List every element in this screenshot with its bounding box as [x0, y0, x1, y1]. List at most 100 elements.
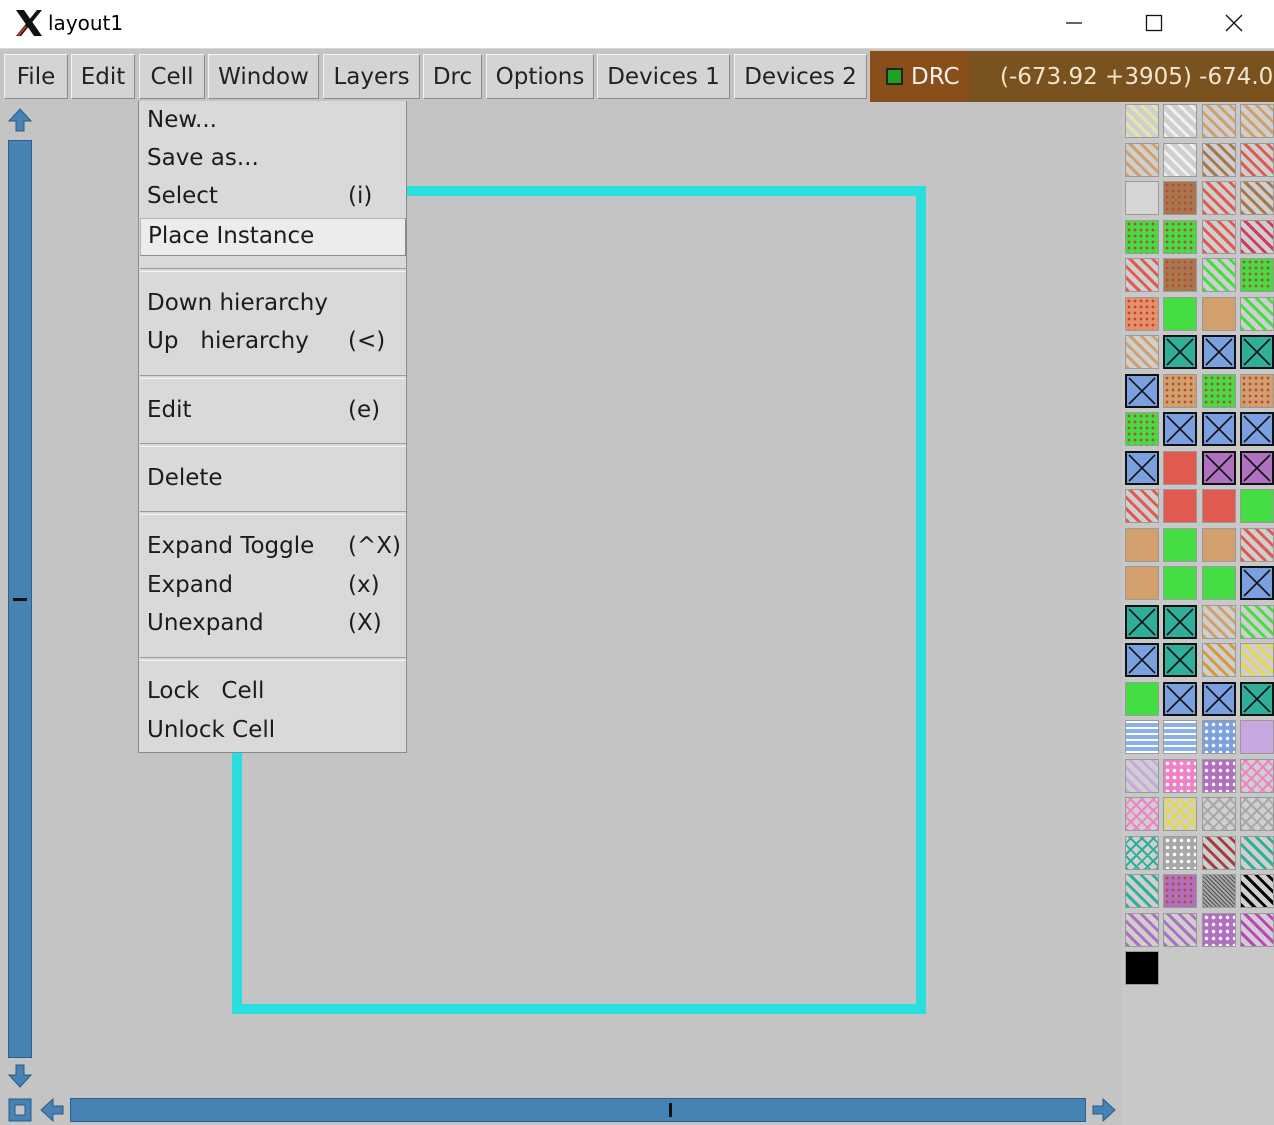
menu-item-save-as[interactable]: Save as...: [140, 141, 406, 179]
layer-swatch-tan-hatch[interactable]: [1202, 104, 1236, 138]
close-button[interactable]: [1194, 0, 1274, 46]
layer-swatch-tan-hatch[interactable]: [1125, 143, 1159, 177]
layer-swatch-purple-dot[interactable]: [1163, 874, 1197, 908]
layer-swatch-black-hatch[interactable]: [1240, 874, 1274, 908]
layer-swatch-lightyellow-hatch[interactable]: [1125, 104, 1159, 138]
layer-swatch-blue-x[interactable]: [1125, 374, 1159, 408]
layer-swatch-tan-hatch[interactable]: [1202, 605, 1236, 639]
scroll-up-button[interactable]: [6, 106, 34, 134]
layer-swatch-blue-x[interactable]: [1202, 335, 1236, 369]
layer-swatch-tan-dot[interactable]: [1240, 374, 1274, 408]
layer-swatch-blue-x[interactable]: [1240, 412, 1274, 446]
menu-item-select[interactable]: Select (i): [140, 179, 406, 217]
menu-item-expand[interactable]: Expand (x): [140, 568, 406, 606]
layer-swatch-orange-hatch[interactable]: [1202, 643, 1236, 677]
menu-layers[interactable]: Layers: [323, 54, 420, 99]
layer-swatch-green-dot[interactable]: [1240, 258, 1274, 292]
menu-item-unexpand[interactable]: Unexpand (X): [140, 606, 406, 644]
menu-window[interactable]: Window: [208, 54, 319, 99]
layer-swatch-teal-x[interactable]: [1163, 643, 1197, 677]
layer-swatch-blue-x[interactable]: [1240, 566, 1274, 600]
menu-item-new[interactable]: New...: [140, 103, 406, 141]
layer-swatch-green-yellow-hatch[interactable]: [1202, 258, 1236, 292]
layer-swatch-lavender-solid[interactable]: [1240, 720, 1274, 754]
menu-item-up-hierarchy[interactable]: Up hierarchy (<): [140, 324, 406, 362]
layer-swatch-teal-x[interactable]: [1240, 335, 1274, 369]
layer-swatch-blue-x[interactable]: [1163, 682, 1197, 716]
layer-swatch-gray-dense[interactable]: [1202, 874, 1236, 908]
layer-swatch-green-solid[interactable]: [1163, 297, 1197, 331]
layer-swatch-gray-cross[interactable]: [1240, 797, 1274, 831]
menu-devices-1[interactable]: Devices 1: [597, 54, 730, 99]
layer-swatch-green-hatch[interactable]: [1240, 605, 1274, 639]
layer-swatch-tan-solid[interactable]: [1125, 566, 1159, 600]
scroll-right-button[interactable]: [1090, 1096, 1118, 1124]
layer-swatch-tan-solid[interactable]: [1202, 528, 1236, 562]
layer-swatch-purple-x[interactable]: [1240, 451, 1274, 485]
menu-item-lock-cell[interactable]: Lock Cell: [140, 674, 406, 712]
menu-options[interactable]: Options: [486, 54, 594, 99]
layer-swatch-teal-hatch[interactable]: [1240, 836, 1274, 870]
layer-swatch-tan-solid[interactable]: [1125, 528, 1159, 562]
layer-swatch-tan-hatch[interactable]: [1240, 104, 1274, 138]
menu-file[interactable]: File: [4, 54, 68, 99]
zoom-fit-button[interactable]: [6, 1096, 34, 1124]
layer-swatch-green-dot[interactable]: [1163, 220, 1197, 254]
layer-swatch-lightgray-solid[interactable]: [1125, 181, 1159, 215]
layer-swatch-brown-dot[interactable]: [1163, 258, 1197, 292]
layer-swatch-crimson-hatch[interactable]: [1240, 220, 1274, 254]
layer-swatch-gray-pattern[interactable]: [1163, 836, 1197, 870]
layer-swatch-teal-x[interactable]: [1240, 682, 1274, 716]
layer-swatch-purple-hatch[interactable]: [1125, 913, 1159, 947]
layer-swatch-green-dot[interactable]: [1125, 220, 1159, 254]
layer-swatch-blue-x[interactable]: [1163, 412, 1197, 446]
layer-swatch-purple-pattern[interactable]: [1202, 759, 1236, 793]
layer-swatch-green-hatch[interactable]: [1240, 297, 1274, 331]
layer-swatch-purple-pattern[interactable]: [1202, 913, 1236, 947]
menu-item-place-instance[interactable]: Place Instance: [140, 218, 406, 256]
layer-swatch-teal-x[interactable]: [1163, 605, 1197, 639]
layer-swatch-blue-pattern[interactable]: [1202, 720, 1236, 754]
layer-swatch-teal-x[interactable]: [1163, 335, 1197, 369]
layer-swatch-red-hatch[interactable]: [1202, 181, 1236, 215]
layer-swatch-brown-dot[interactable]: [1163, 181, 1197, 215]
maximize-button[interactable]: [1114, 0, 1194, 46]
layer-swatch-brown-green-hatch[interactable]: [1202, 143, 1236, 177]
layer-swatch-red-solid[interactable]: [1163, 451, 1197, 485]
menu-edit[interactable]: Edit: [71, 54, 135, 99]
menu-drc[interactable]: Drc: [423, 54, 482, 99]
scroll-left-button[interactable]: [38, 1096, 66, 1124]
layer-swatch-black-solid[interactable]: [1125, 951, 1159, 985]
layer-swatch-teal-x[interactable]: [1125, 605, 1159, 639]
menu-item-down-hierarchy[interactable]: Down hierarchy: [140, 286, 406, 324]
menu-item-expand-toggle[interactable]: Expand Toggle (^X): [140, 529, 406, 567]
layer-swatch-tan-dot[interactable]: [1163, 374, 1197, 408]
layer-swatch-yellow-pink-cross[interactable]: [1163, 797, 1197, 831]
layer-swatch-darkred-hatch[interactable]: [1202, 836, 1236, 870]
menu-devices-2[interactable]: Devices 2: [734, 54, 867, 99]
vertical-scrollbar[interactable]: [4, 104, 36, 1094]
layer-swatch-green-solid[interactable]: [1163, 566, 1197, 600]
layer-swatch-pink-cross[interactable]: [1240, 759, 1274, 793]
layer-swatch-white-black-hatch[interactable]: [1163, 104, 1197, 138]
layer-swatch-purple-hatch[interactable]: [1163, 913, 1197, 947]
layer-swatch-red-yellow-hatch[interactable]: [1125, 258, 1159, 292]
layer-swatch-red-hatch[interactable]: [1125, 489, 1159, 523]
layer-swatch-blue-x[interactable]: [1202, 682, 1236, 716]
layer-swatch-teal-hatch[interactable]: [1125, 874, 1159, 908]
layer-swatch-teal-cross[interactable]: [1125, 836, 1159, 870]
layer-swatch-green-solid[interactable]: [1240, 489, 1274, 523]
layer-swatch-purple-x[interactable]: [1202, 451, 1236, 485]
menu-item-delete[interactable]: Delete: [140, 461, 406, 499]
layer-swatch-red-hatch[interactable]: [1240, 143, 1274, 177]
layer-swatch-brown-hatch[interactable]: [1240, 181, 1274, 215]
layer-swatch-blue-x[interactable]: [1125, 451, 1159, 485]
layer-swatch-blue-x[interactable]: [1202, 412, 1236, 446]
layer-swatch-green-dot[interactable]: [1125, 412, 1159, 446]
layer-swatch-tan-solid[interactable]: [1202, 297, 1236, 331]
layer-swatch-salmon-dot[interactable]: [1125, 297, 1159, 331]
layer-swatch-blue-x[interactable]: [1125, 643, 1159, 677]
layer-swatch-green-solid[interactable]: [1125, 682, 1159, 716]
layer-swatch-gray-cross[interactable]: [1202, 797, 1236, 831]
layer-swatch-lavender-hatch[interactable]: [1125, 759, 1159, 793]
